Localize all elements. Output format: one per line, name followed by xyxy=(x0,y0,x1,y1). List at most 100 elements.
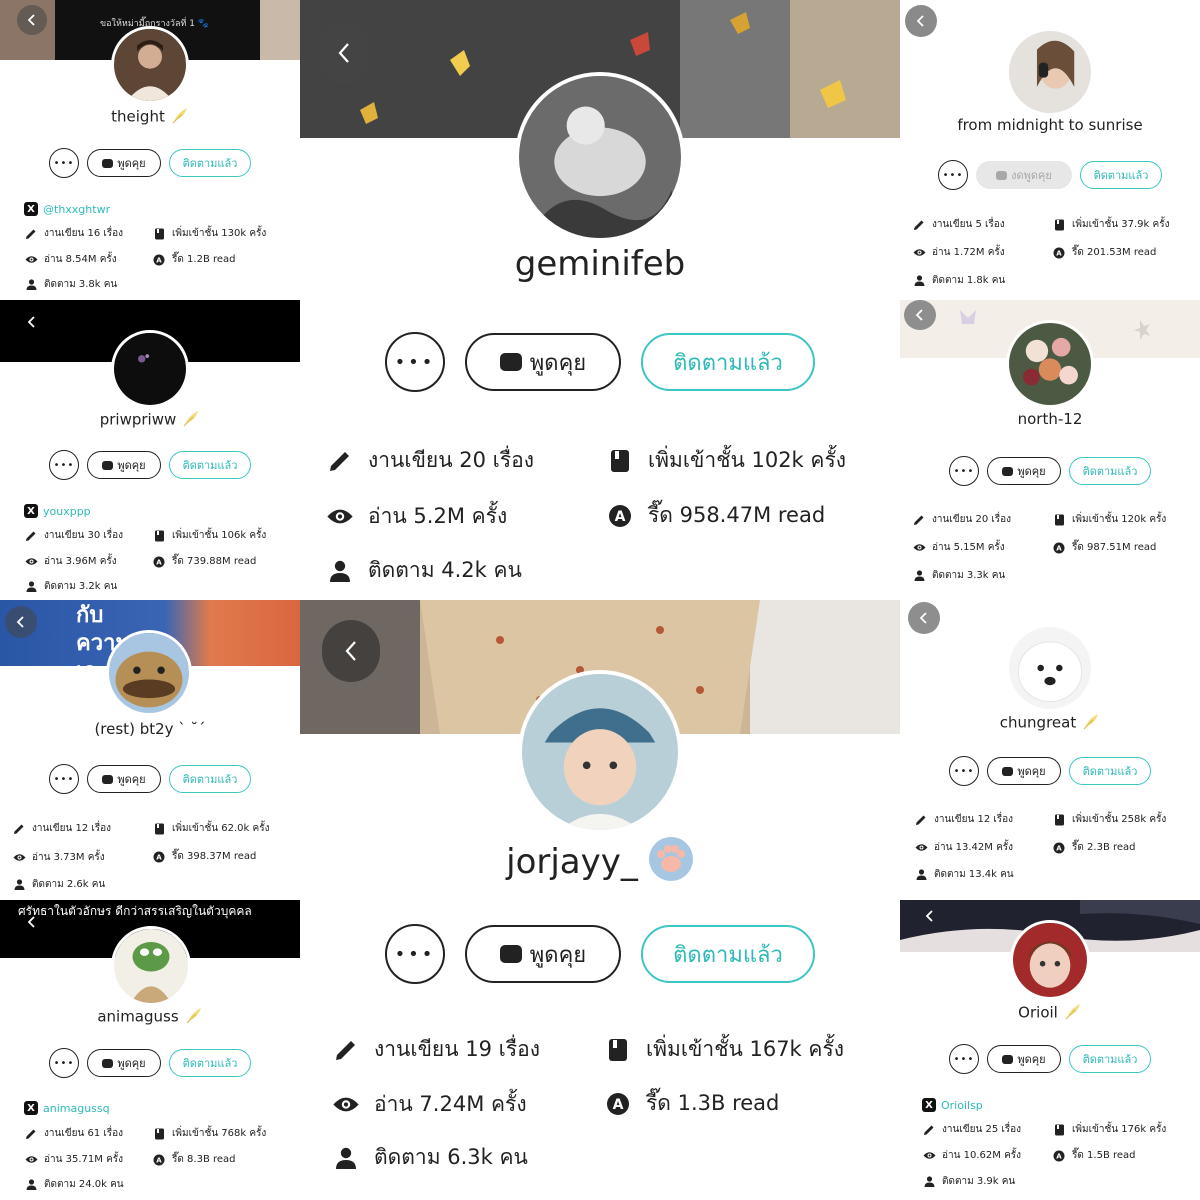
profile-card-from-midnight-to-sunrise: from midnight to sunrise ••• งดพูดคุย ติ… xyxy=(900,0,1200,300)
avatar[interactable] xyxy=(1006,28,1094,116)
stat-followers: ติดตาม 24.0k คน xyxy=(24,1177,124,1192)
stat-works-text: งานเขียน 30 เรื่อง xyxy=(44,530,124,541)
avatar[interactable] xyxy=(111,26,189,104)
stat-followers-text: ติดตาม 24.0k คน xyxy=(44,1179,124,1190)
username: jorjayy_ xyxy=(300,836,900,891)
following-button[interactable]: ติดตามแล้ว xyxy=(169,1049,251,1077)
username-text: north-12 xyxy=(1017,410,1083,428)
following-button[interactable]: ติดตามแล้ว xyxy=(641,925,815,983)
x-logo-icon: X xyxy=(24,504,38,518)
back-button[interactable] xyxy=(17,5,47,35)
chat-button[interactable]: พูดคุย xyxy=(87,149,161,177)
more-button[interactable]: ••• xyxy=(385,924,445,984)
chat-button[interactable]: พูดคุย xyxy=(465,925,621,983)
stat-shelf-text: เพิ่มเข้าชั้น 106k ครั้ง xyxy=(172,530,267,541)
more-button[interactable]: ••• xyxy=(385,332,445,392)
chat-button[interactable]: พูดคุย xyxy=(987,457,1061,485)
avatar[interactable] xyxy=(111,926,191,1006)
eye-icon xyxy=(922,1151,936,1160)
stat-shelf: เพิ่มเข้าชั้น 167k ครั้ง xyxy=(604,1033,844,1066)
back-button[interactable] xyxy=(18,908,46,936)
chat-button[interactable]: พูดคุย xyxy=(987,757,1061,785)
action-buttons: ••• พูดคุย ติดตามแล้ว xyxy=(300,924,900,984)
x-handle[interactable]: @thxxghtwr xyxy=(43,203,110,216)
stat-works: งานเขียน 20 เรื่อง xyxy=(326,444,534,477)
avatar[interactable] xyxy=(106,630,192,716)
more-button[interactable]: ••• xyxy=(49,450,79,480)
chat-button[interactable]: พูดคุย xyxy=(987,1045,1061,1073)
pencil-icon xyxy=(24,1128,38,1140)
chat-label: พูดคุย xyxy=(117,1057,146,1070)
more-button[interactable]: ••• xyxy=(949,756,979,786)
avatar[interactable] xyxy=(1010,920,1090,1000)
stat-followers: ติดตาม 13.4k คน xyxy=(914,867,1014,882)
username-text: Orioil xyxy=(1018,1003,1058,1022)
action-buttons: ••• พูดคุย ติดตามแล้ว xyxy=(0,450,300,480)
following-button[interactable]: ติดตามแล้ว xyxy=(169,765,251,793)
book-icon xyxy=(152,228,166,240)
chat-disabled-button: งดพูดคุย xyxy=(976,161,1072,189)
username: priwpriww xyxy=(0,409,300,431)
stat-works-text: งานเขียน 19 เรื่อง xyxy=(374,1037,540,1061)
avatar[interactable] xyxy=(515,72,685,242)
back-button[interactable] xyxy=(916,902,944,930)
chat-icon xyxy=(102,460,114,470)
read-badge-icon: A xyxy=(1052,842,1066,854)
action-buttons: ••• งดพูดคุย ติดตามแล้ว xyxy=(900,160,1200,190)
stat-read-total-text: รี๊ด 739.88M read xyxy=(172,556,257,567)
username: theight xyxy=(0,106,300,128)
more-button[interactable]: ••• xyxy=(49,1048,79,1078)
back-button[interactable] xyxy=(322,620,380,682)
x-handle[interactable]: animagussq xyxy=(43,1102,110,1115)
more-button[interactable]: ••• xyxy=(49,148,79,178)
back-button[interactable] xyxy=(18,308,46,336)
following-button[interactable]: ติดตามแล้ว xyxy=(1069,757,1151,785)
x-link[interactable]: Xanimagussq xyxy=(24,1101,110,1115)
following-button[interactable]: ติดตามแล้ว xyxy=(169,149,251,177)
chat-button[interactable]: พูดคุย xyxy=(87,451,161,479)
stat-shelf: เพิ่มเข้าชั้น 106k ครั้ง xyxy=(152,528,266,543)
x-link[interactable]: Xyouxppp xyxy=(24,504,91,518)
stat-works-text: งานเขียน 16 เรื่อง xyxy=(44,228,124,239)
avatar[interactable] xyxy=(111,330,189,408)
back-button[interactable] xyxy=(908,602,940,634)
stat-followers-text: ติดตาม 4.2k คน xyxy=(368,558,522,582)
stat-reads-text: อ่าน 10.62M ครั้ง xyxy=(942,1150,1022,1161)
following-button[interactable]: ติดตามแล้ว xyxy=(1080,161,1162,189)
stat-reads-text: อ่าน 3.96M ครั้ง xyxy=(44,556,117,567)
x-handle[interactable]: youxppp xyxy=(43,505,91,518)
stat-works-text: งานเขียน 20 เรื่อง xyxy=(368,448,534,472)
chat-button[interactable]: พูดคุย xyxy=(87,1049,161,1077)
stat-followers-text: ติดตาม 3.8k คน xyxy=(44,279,118,290)
back-button[interactable] xyxy=(905,5,937,37)
chat-button[interactable]: พูดคุย xyxy=(465,333,621,391)
following-button[interactable]: ติดตามแล้ว xyxy=(1069,457,1151,485)
x-handle[interactable]: Orioilsp xyxy=(941,1099,983,1112)
more-button[interactable]: ••• xyxy=(49,764,79,794)
person-icon xyxy=(912,275,926,286)
stat-shelf: เพิ่มเข้าชั้น 176k ครั้ง xyxy=(1052,1122,1166,1137)
more-button[interactable]: ••• xyxy=(938,160,968,190)
avatar[interactable] xyxy=(518,670,682,834)
back-button[interactable] xyxy=(5,606,37,638)
back-button[interactable] xyxy=(320,22,368,84)
avatar[interactable] xyxy=(1006,624,1094,712)
avatar[interactable] xyxy=(1006,320,1094,408)
following-button[interactable]: ติดตามแล้ว xyxy=(169,451,251,479)
more-button[interactable]: ••• xyxy=(949,1044,979,1074)
more-button[interactable]: ••• xyxy=(949,456,979,486)
stat-followers-text: ติดตาม 6.3k คน xyxy=(374,1145,528,1169)
chat-icon xyxy=(1002,466,1014,476)
username: chungreat xyxy=(900,712,1200,734)
x-link[interactable]: X @thxxghtwr xyxy=(24,202,110,216)
following-button[interactable]: ติดตามแล้ว xyxy=(1069,1045,1151,1073)
chat-button[interactable]: พูดคุย xyxy=(87,765,161,793)
person-icon xyxy=(922,1176,936,1187)
profile-card-priwpriww: priwpriww ••• พูดคุย ติดตามแล้ว Xyouxppp… xyxy=(0,300,300,600)
x-link[interactable]: X Orioilsp xyxy=(922,1098,983,1112)
following-button[interactable]: ติดตามแล้ว xyxy=(641,333,815,391)
stat-read-total-text: รี๊ด 8.3B read xyxy=(172,1154,236,1165)
back-button[interactable] xyxy=(904,300,936,330)
stat-reads-text: อ่าน 5.2M ครั้ง xyxy=(368,504,508,528)
stat-reads-text: อ่าน 7.24M ครั้ง xyxy=(374,1092,527,1116)
